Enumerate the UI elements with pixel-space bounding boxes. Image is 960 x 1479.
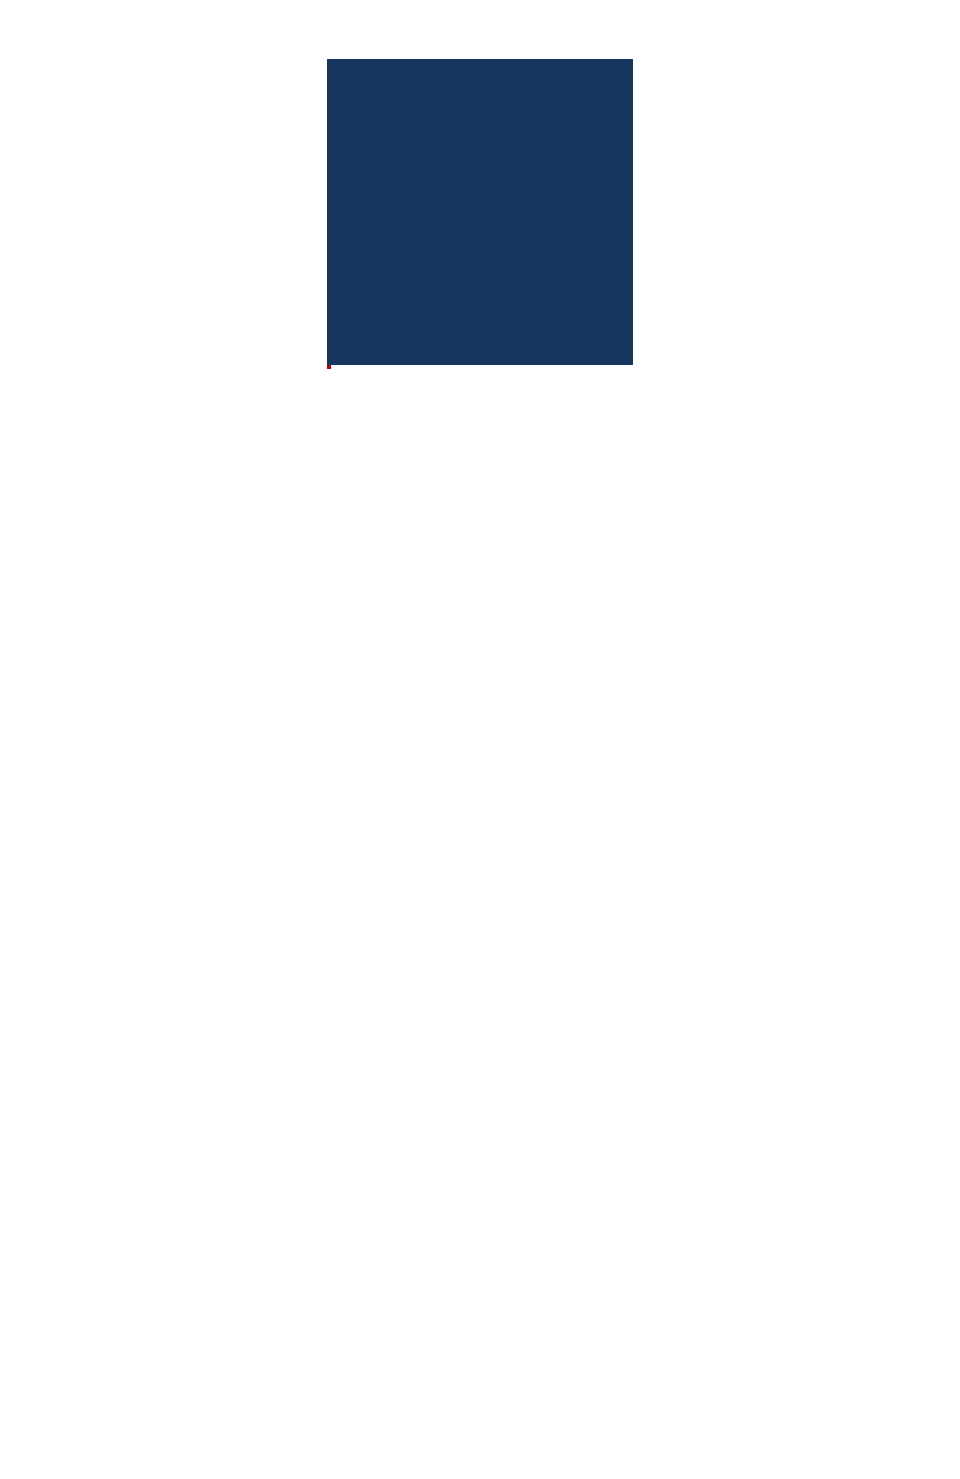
figure-caption <box>14 370 946 392</box>
intro-paragraph-2 <box>14 4 946 21</box>
document-page <box>0 0 960 1479</box>
figure-4 <box>14 21 946 370</box>
additional-info-list <box>14 467 946 491</box>
section-heading-informacoes-adicionais <box>14 392 946 467</box>
radar-grid <box>326 59 634 366</box>
radar-grid-wrapper <box>326 59 634 370</box>
radar-range-outline <box>326 365 331 370</box>
